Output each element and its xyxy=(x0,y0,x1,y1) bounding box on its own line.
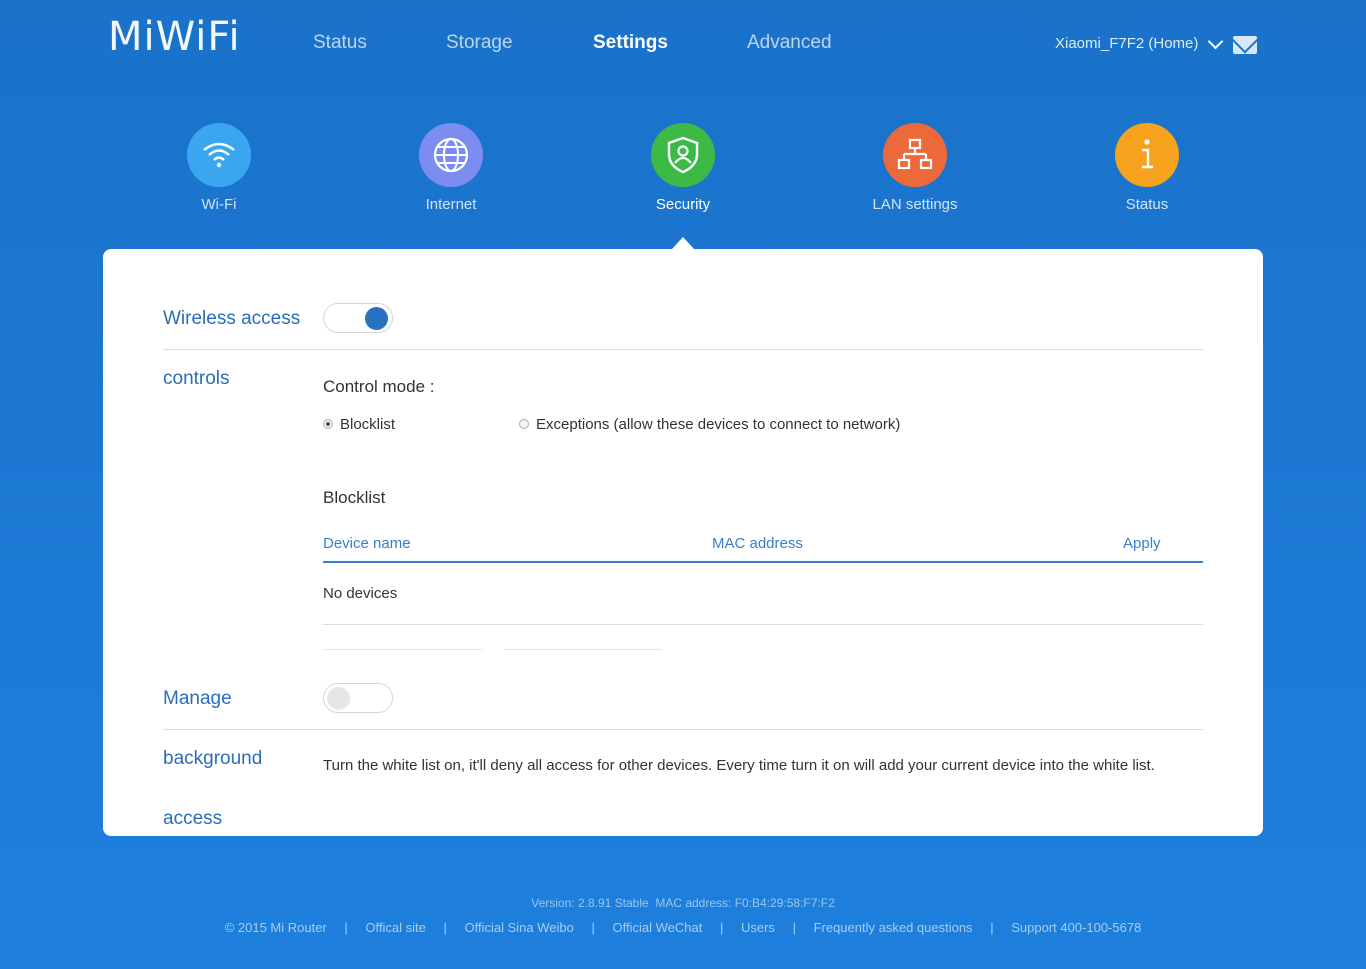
column-device-name: Device name xyxy=(323,535,411,552)
background-access-toggle[interactable] xyxy=(323,683,393,713)
footer-link-faq[interactable]: Frequently asked questions xyxy=(814,920,973,935)
add-from-list-button[interactable] xyxy=(504,649,662,650)
mail-icon[interactable] xyxy=(1233,36,1257,54)
category-lan-settings[interactable]: LAN settings xyxy=(855,123,975,213)
footer-separator: | xyxy=(344,920,348,935)
controls-label: controls xyxy=(163,368,230,389)
category-wifi[interactable]: Wi-Fi xyxy=(159,123,279,213)
footer-separator: | xyxy=(591,920,595,935)
category-label: LAN settings xyxy=(872,196,958,213)
globe-icon xyxy=(419,123,483,187)
access-label: access xyxy=(163,808,223,829)
miwifi-logo: MiWiFi xyxy=(108,14,241,60)
footer-support: Support 400-100-5678 xyxy=(1011,920,1142,935)
footer-link-wechat[interactable]: Official WeChat xyxy=(613,920,703,935)
toggle-knob xyxy=(327,687,350,710)
blocklist-radio-label[interactable]: Blocklist xyxy=(340,416,395,433)
nav-status[interactable]: Status xyxy=(313,32,367,54)
version-line: Version: 2.8.91 Stable MAC address: F0:B… xyxy=(531,896,835,910)
blocklist-title: Blocklist xyxy=(323,488,386,507)
table-header-line xyxy=(323,561,1203,563)
white-list-note: Turn the white list on, it'll deny all a… xyxy=(323,757,1155,774)
nav-storage[interactable]: Storage xyxy=(446,32,513,54)
divider xyxy=(163,729,1203,730)
category-label: Status xyxy=(1125,196,1169,213)
footer-separator: | xyxy=(792,920,796,935)
footer-link-weibo[interactable]: Official Sina Weibo xyxy=(465,920,574,935)
security-panel: Wireless access controls Control mode : … xyxy=(103,249,1263,836)
divider xyxy=(323,624,1203,625)
category-security[interactable]: Security xyxy=(623,123,743,213)
add-device-button[interactable] xyxy=(323,649,483,650)
divider xyxy=(163,349,1203,350)
info-icon xyxy=(1115,123,1179,187)
footer-copyright: © 2015 Mi Router xyxy=(224,920,327,935)
manage-label: Manage xyxy=(163,688,232,709)
category-internet[interactable]: Internet xyxy=(391,123,511,213)
chevron-down-icon xyxy=(1208,33,1224,49)
background-label: background xyxy=(163,748,263,769)
category-label: Internet xyxy=(425,196,477,213)
empty-table-message: No devices xyxy=(323,585,398,602)
control-mode-label: Control mode : xyxy=(323,377,435,396)
footer-separator: | xyxy=(443,920,447,935)
wireless-access-label: Wireless access xyxy=(163,308,301,329)
footer-separator: | xyxy=(990,920,994,935)
exceptions-radio[interactable] xyxy=(519,419,529,429)
column-apply: Apply xyxy=(1123,535,1161,552)
blocklist-radio[interactable] xyxy=(323,419,333,429)
footer-separator: | xyxy=(719,920,724,935)
active-tab-pointer xyxy=(672,237,694,249)
network-icon xyxy=(883,123,947,187)
category-label: Security xyxy=(655,196,711,213)
router-selector[interactable]: Xiaomi_F7F2 (Home) xyxy=(1055,33,1224,52)
exceptions-radio-label[interactable]: Exceptions (allow these devices to conne… xyxy=(536,416,900,433)
wireless-access-toggle[interactable] xyxy=(323,303,393,333)
category-label: Wi-Fi xyxy=(201,196,237,213)
router-name: Xiaomi_F7F2 (Home) xyxy=(1055,35,1199,52)
shield-user-icon xyxy=(651,123,715,187)
column-mac-address: MAC address xyxy=(712,535,803,552)
footer-link-official-site[interactable]: Offical site xyxy=(365,920,425,935)
category-status[interactable]: Status xyxy=(1087,123,1207,213)
nav-advanced[interactable]: Advanced xyxy=(747,32,832,54)
toggle-knob xyxy=(365,307,388,330)
nav-settings[interactable]: Settings xyxy=(593,32,668,54)
wifi-icon xyxy=(187,123,251,187)
footer-links: © 2015 Mi Router | Offical site | Offici… xyxy=(0,920,1366,935)
footer-link-users[interactable]: Users xyxy=(741,920,775,935)
